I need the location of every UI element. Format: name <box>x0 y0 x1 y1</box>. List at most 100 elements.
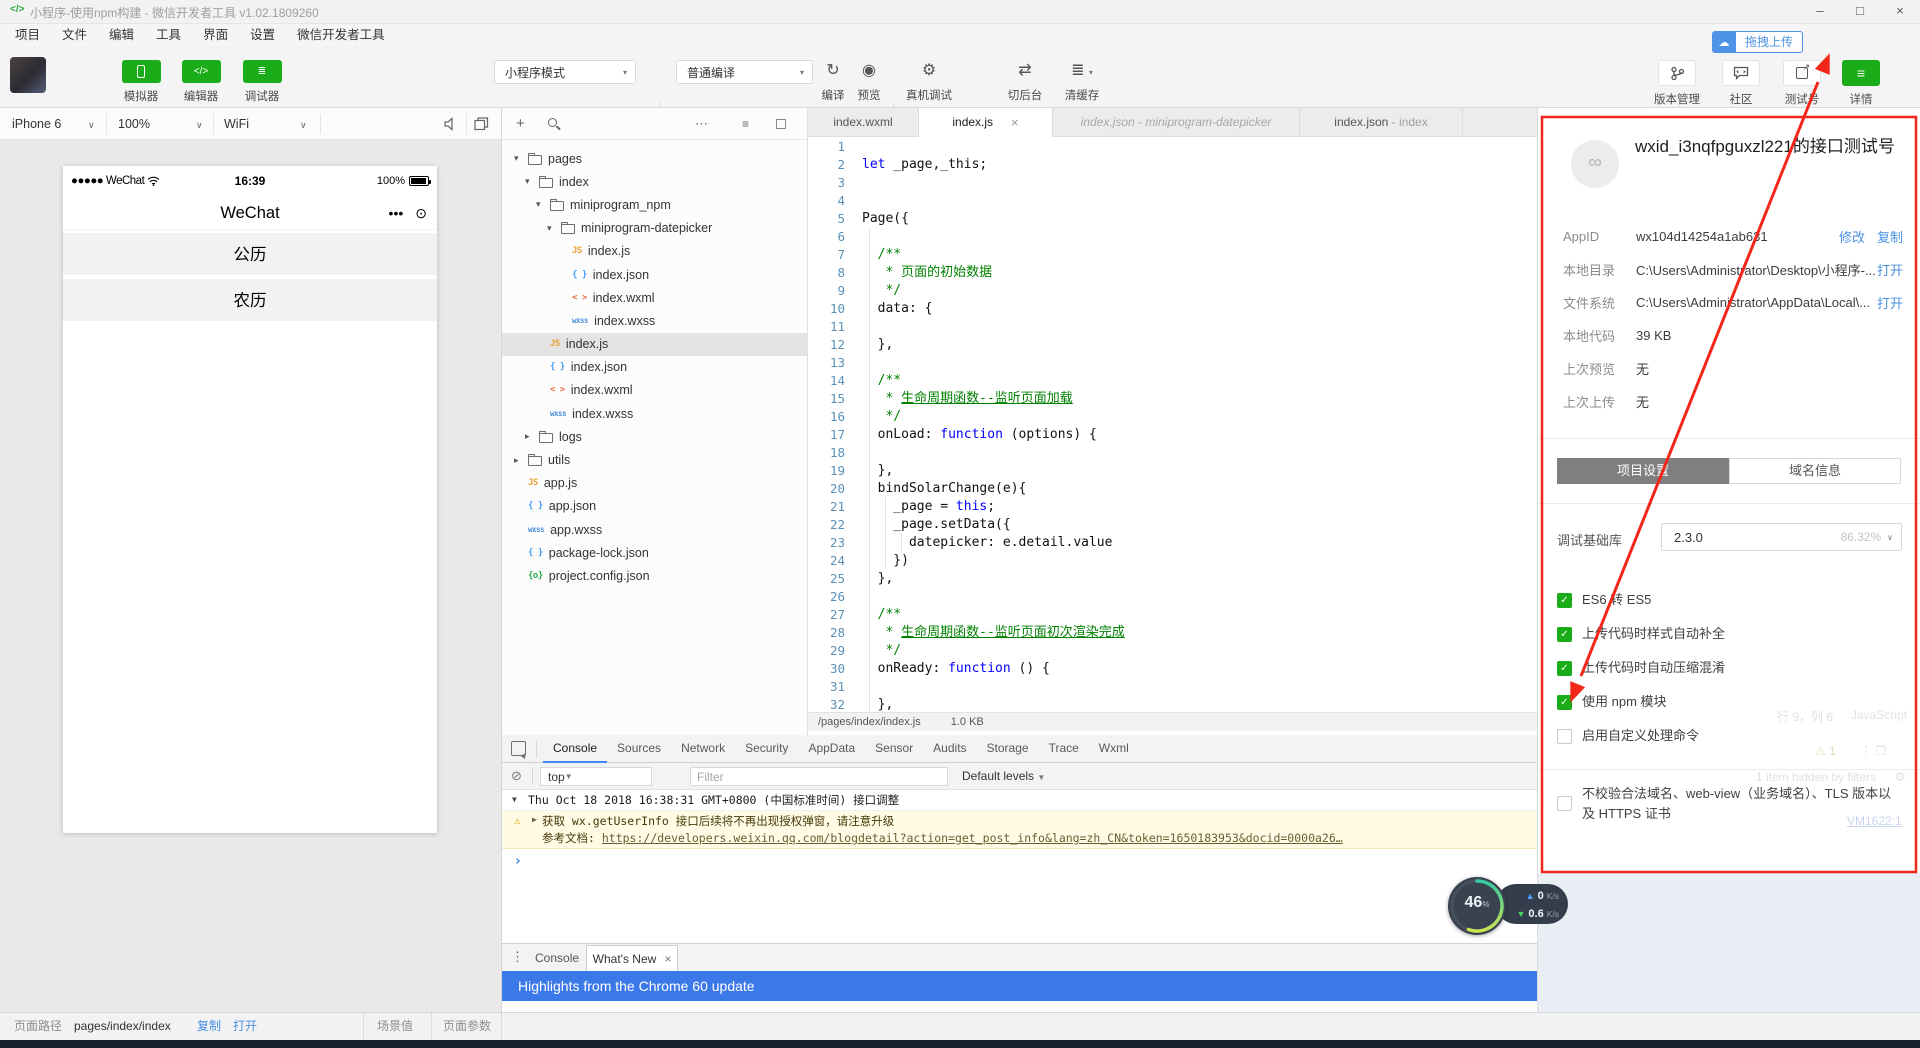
calendar-lunar-row[interactable]: 农历 <box>63 279 437 323</box>
base-library-select[interactable]: 2.3.0 86.32% ∨ <box>1661 523 1902 551</box>
maximize-button[interactable]: □ <box>1840 0 1880 24</box>
scene-value-label[interactable]: 场景值 <box>377 1013 413 1040</box>
drawer-tab-whats-new[interactable]: What's New × <box>586 945 678 972</box>
close-tab-icon[interactable]: × <box>664 952 671 966</box>
drawer-menu-icon[interactable]: ⋮ <box>511 949 524 965</box>
tree-item-logs[interactable]: ▸logs <box>502 425 807 448</box>
tab-index-wxml[interactable]: index.wxml <box>808 108 919 137</box>
editor-toggle-button[interactable]: </> <box>182 60 221 83</box>
page-params-label[interactable]: 页面参数 <box>443 1013 491 1040</box>
split-view-icon[interactable] <box>776 119 786 129</box>
tree-item-app.json[interactable]: { }app.json <box>502 495 807 518</box>
open-path-link[interactable]: 打开 <box>233 1013 257 1040</box>
devtools-tab-appdata[interactable]: AppData <box>798 735 865 763</box>
option-上传代码时样式自动补全[interactable]: ✓上传代码时样式自动补全 <box>1557 617 1903 651</box>
tree-item-index.wxss[interactable]: wxssindex.wxss <box>502 309 807 332</box>
devtools-tab-network[interactable]: Network <box>671 735 735 763</box>
close-tab-icon[interactable]: × <box>1011 108 1019 137</box>
devtools-tab-security[interactable]: Security <box>735 735 798 763</box>
switch-background-button[interactable]: ⇄ 切后台 <box>999 60 1051 103</box>
devtools-tab-storage[interactable]: Storage <box>977 735 1039 763</box>
tree-item-pages[interactable]: ▾pages <box>502 147 807 170</box>
link-修改[interactable]: 修改 <box>1839 227 1865 246</box>
mode-select[interactable]: 小程序模式 ▾ <box>494 60 636 84</box>
tree-item-index.js[interactable]: JSindex.js <box>502 333 807 356</box>
more-options-icon[interactable]: ⋯ <box>695 116 708 132</box>
checkbox-checked-icon[interactable]: ✓ <box>1557 661 1572 676</box>
network-select[interactable]: WiFi <box>224 108 249 140</box>
checkbox-checked-icon[interactable]: ✓ <box>1557 695 1572 710</box>
tree-item-package-lock.json[interactable]: { }package-lock.json <box>502 541 807 564</box>
menu-item-1[interactable]: 文件 <box>51 24 98 47</box>
test-account[interactable]: ↗ 测试号 <box>1771 60 1833 107</box>
simulator-toggle-button[interactable] <box>122 60 161 83</box>
community-button[interactable] <box>1722 60 1760 86</box>
tree-collapse-icon[interactable]: ▸ <box>514 455 528 466</box>
search-icon[interactable] <box>548 118 557 127</box>
more-menu-icon[interactable]: ••• <box>389 205 404 221</box>
devtools-tab-audits[interactable]: Audits <box>923 735 976 763</box>
tree-item-index.wxml[interactable]: < >index.wxml <box>502 286 807 309</box>
tab-domain-info[interactable]: 域名信息 <box>1729 458 1901 484</box>
test-account-button[interactable]: ↗ <box>1783 60 1821 86</box>
device-select[interactable]: iPhone 6 <box>12 108 61 140</box>
simulator-toggle[interactable]: 模拟器 <box>113 60 169 104</box>
tree-item-index.wxss[interactable]: wxssindex.wxss <box>502 402 807 425</box>
copy-path-link[interactable]: 复制 <box>197 1013 221 1040</box>
tree-item-app.js[interactable]: JSapp.js <box>502 472 807 495</box>
menu-item-4[interactable]: 界面 <box>192 24 239 47</box>
checkbox-checked-icon[interactable]: ✓ <box>1557 627 1572 642</box>
tab-index-js[interactable]: index.js × <box>919 108 1053 137</box>
menu-item-5[interactable]: 设置 <box>239 24 286 47</box>
community[interactable]: 社区 <box>1710 60 1772 107</box>
editor-toggle[interactable]: </> 编辑器 <box>173 60 229 104</box>
option-ES6 转 ES5[interactable]: ✓ES6 转 ES5 <box>1557 583 1903 617</box>
network-speed-widget[interactable]: ▲ 0 K/s ▼ 0.6 K/s <box>1496 884 1568 924</box>
tree-collapse-icon[interactable]: ▸ <box>525 431 539 442</box>
preview-button[interactable]: ◉ 预览 <box>845 60 893 103</box>
tree-item-app.wxss[interactable]: wxssapp.wxss <box>502 518 807 541</box>
close-button[interactable]: × <box>1880 0 1920 24</box>
tree-item-index.wxml[interactable]: < >index.wxml <box>502 379 807 402</box>
devtools-tab-wxml[interactable]: Wxml <box>1089 735 1139 763</box>
code-editor[interactable]: 1234567891011121314151617181920212223242… <box>808 137 1537 712</box>
version-control-button[interactable] <box>1658 60 1696 86</box>
tab-project-settings[interactable]: 项目设置 <box>1557 458 1729 484</box>
link-打开[interactable]: 打开 <box>1877 293 1903 312</box>
sound-icon[interactable] <box>443 116 459 132</box>
tree-item-index[interactable]: ▾index <box>502 170 807 193</box>
execution-context-select[interactable]: top ▼ <box>540 767 652 786</box>
remote-debug-button[interactable]: ⚙ 真机调试 <box>903 60 955 103</box>
user-avatar[interactable] <box>10 57 46 93</box>
tree-item-project.config.json[interactable]: {o}project.config.json <box>502 564 807 587</box>
triangle-right-icon[interactable]: ▶ <box>532 815 537 824</box>
home-capsule-icon[interactable]: ⊙ <box>415 205 427 222</box>
tree-expand-icon[interactable]: ▾ <box>536 199 550 210</box>
tree-item-miniprogram-datepicker[interactable]: ▾miniprogram-datepicker <box>502 217 807 240</box>
tree-item-index.json[interactable]: { }index.json <box>502 263 807 286</box>
details-button[interactable]: ≡ <box>1842 60 1880 86</box>
debugger-toggle[interactable]: ≣ 调试器 <box>234 60 290 104</box>
menu-item-2[interactable]: 编辑 <box>98 24 145 47</box>
tree-expand-icon[interactable]: ▾ <box>514 153 528 164</box>
console-group-message[interactable]: ▼ Thu Oct 18 2018 16:38:31 GMT+0800 (中国标… <box>502 790 1537 811</box>
tab-index-json-datepicker[interactable]: index.json - miniprogram-datepicker <box>1053 108 1300 137</box>
console-filter-input[interactable] <box>690 767 948 786</box>
menu-item-6[interactable]: 微信开发者工具 <box>286 24 396 47</box>
log-levels-select[interactable]: Default levels ▼ <box>962 767 1045 786</box>
tree-item-index.json[interactable]: { }index.json <box>502 356 807 379</box>
tree-item-index.js[interactable]: JSindex.js <box>502 240 807 263</box>
tab-index-json-index[interactable]: index.json - index <box>1300 108 1463 137</box>
screenshot-icon[interactable] <box>474 117 489 131</box>
cpu-usage-widget[interactable]: 46% <box>1448 877 1506 935</box>
clear-cache-button[interactable]: ≣ ▾ 清缓存 <box>1056 60 1108 103</box>
option-上传代码时自动压缩混淆[interactable]: ✓上传代码时自动压缩混淆 <box>1557 651 1903 685</box>
link-打开[interactable]: 打开 <box>1877 260 1903 279</box>
version-control[interactable]: 版本管理 <box>1646 60 1708 107</box>
menu-item-3[interactable]: 工具 <box>145 24 192 47</box>
devtools-tab-sensor[interactable]: Sensor <box>865 735 923 763</box>
clear-console-icon[interactable]: ⊘ <box>511 768 522 784</box>
tree-expand-icon[interactable]: ▾ <box>547 223 561 234</box>
compile-mode-select[interactable]: 普通编译 ▾ <box>676 60 813 84</box>
checkbox-unchecked-icon[interactable] <box>1557 796 1572 811</box>
